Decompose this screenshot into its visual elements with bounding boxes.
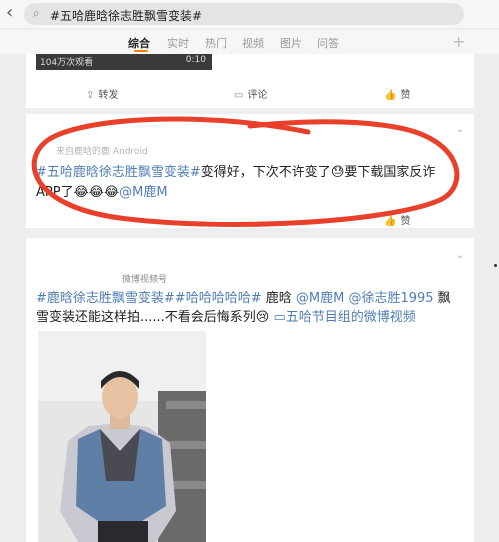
comment-icon: ▭: [234, 90, 244, 101]
mention-link[interactable]: @M鹿M: [119, 185, 167, 200]
comment-button[interactable]: ▭ 评论: [234, 86, 267, 101]
text-segment: 鹿晗: [261, 291, 296, 306]
person-photo-image: [38, 331, 206, 542]
back-icon[interactable]: ‹: [6, 3, 13, 23]
topic-link[interactable]: #鹿晗徐志胜飘雪变装#: [36, 291, 175, 306]
post-source: 来自鹿晗的鹿 Android: [56, 147, 148, 157]
repost-button[interactable]: ⇪ 转发: [86, 86, 118, 101]
video-duration: 0:10: [185, 55, 206, 65]
tab-realtime[interactable]: 实时: [167, 35, 189, 51]
tab-qa[interactable]: 问答: [317, 35, 339, 51]
video-thumbnail[interactable]: 104万次观看 0:10: [36, 54, 212, 70]
tab-hot[interactable]: 热门: [205, 35, 227, 51]
top-bar: ‹ ⌕ #五哈鹿晗徐志胜飘雪变装#: [0, 0, 499, 28]
emoji: 😢: [255, 310, 270, 325]
like-icon: 👍: [384, 90, 397, 101]
search-query: #五哈鹿晗徐志胜飘雪变装#: [50, 9, 203, 23]
post-card-3: ⌄ 微博视频号 #鹿晗徐志胜飘雪变装##哈哈哈哈哈# 鹿晗 @M鹿M @徐志胜1…: [26, 238, 474, 542]
like-label: 赞: [400, 90, 411, 101]
tab-bar: 综合 实时 热门 视频 图片 问答 +: [0, 30, 499, 54]
emoji: 😓: [330, 165, 345, 180]
repost-label: 转发: [98, 90, 119, 101]
post-source: 微博视频号: [122, 275, 168, 285]
active-tab-indicator: [134, 50, 148, 52]
emoji: 😂😂😂: [73, 185, 120, 200]
view-count: 104万次观看: [40, 58, 94, 68]
post-card-1: 104万次观看 0:10 ⇪ 转发 ▭ 评论 👍 赞: [26, 54, 474, 108]
post-card-2: ⌄ 来自鹿晗的鹿 Android #五哈鹿晗徐志胜飘雪变装#变得好，下次不许变了…: [26, 114, 474, 228]
tab-video[interactable]: 视频: [242, 35, 264, 51]
text-segment: 变得好，下次不许变了: [200, 165, 331, 180]
search-input[interactable]: ⌕ #五哈鹿晗徐志胜飘雪变装#: [24, 3, 464, 25]
post-photo[interactable]: [38, 331, 206, 542]
search-icon: ⌕: [33, 6, 40, 20]
post-text: #五哈鹿晗徐志胜飘雪变装#变得好，下次不许变了😓要下载国家反诈APP了😂😂😂@M…: [36, 163, 456, 203]
scroll-indicator: [494, 264, 497, 267]
topic-link[interactable]: #哈哈哈哈哈#: [175, 291, 262, 306]
tab-images[interactable]: 图片: [280, 35, 302, 51]
post-actions: ⇪ 转发 ▭ 评论 👍 赞: [26, 86, 474, 106]
chevron-down-icon[interactable]: ⌄: [456, 250, 464, 261]
topic-link[interactable]: #五哈鹿晗徐志胜飘雪变装#: [36, 165, 201, 180]
comment-label: 评论: [247, 90, 268, 101]
video-link[interactable]: ▭五哈节目组的微博视频: [274, 310, 416, 325]
like-icon: 👍: [384, 216, 397, 227]
tab-comprehensive[interactable]: 综合: [128, 35, 150, 51]
add-tab-icon[interactable]: +: [452, 32, 465, 51]
like-label: 赞: [400, 216, 411, 227]
like-button[interactable]: 👍 赞: [384, 212, 410, 227]
repost-icon: ⇪: [86, 90, 95, 101]
like-button[interactable]: 👍 赞: [384, 86, 410, 101]
post-text: #鹿晗徐志胜飘雪变装##哈哈哈哈哈# 鹿晗 @M鹿M @徐志胜1995 飘雪变装…: [36, 289, 462, 327]
chevron-down-icon[interactable]: ⌄: [456, 124, 464, 135]
mention-link[interactable]: @徐志胜1995: [348, 291, 433, 306]
mention-link[interactable]: @M鹿M: [296, 291, 344, 306]
